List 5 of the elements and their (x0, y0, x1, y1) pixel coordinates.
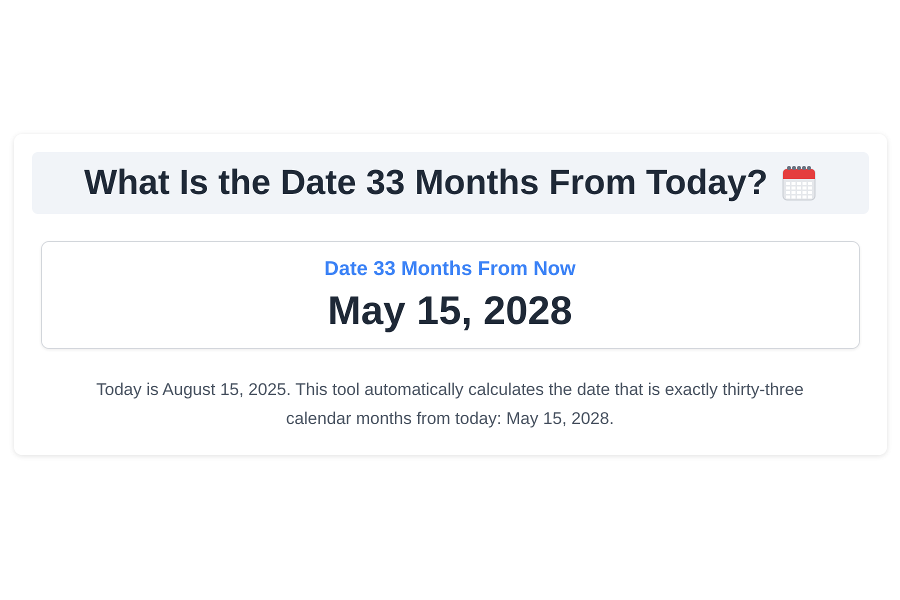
calendar-icon (782, 165, 816, 201)
title-text: What Is the Date 33 Months From Today? (84, 163, 768, 203)
description-text: Today is August 15, 2025. This tool automatically calculates the date that is exactly thirty-three calendar months from today: May 15, 2028. (95, 379, 805, 430)
result-date: May 15, 2028 (328, 289, 572, 334)
result-label: Date 33 Months From Now (324, 258, 576, 281)
